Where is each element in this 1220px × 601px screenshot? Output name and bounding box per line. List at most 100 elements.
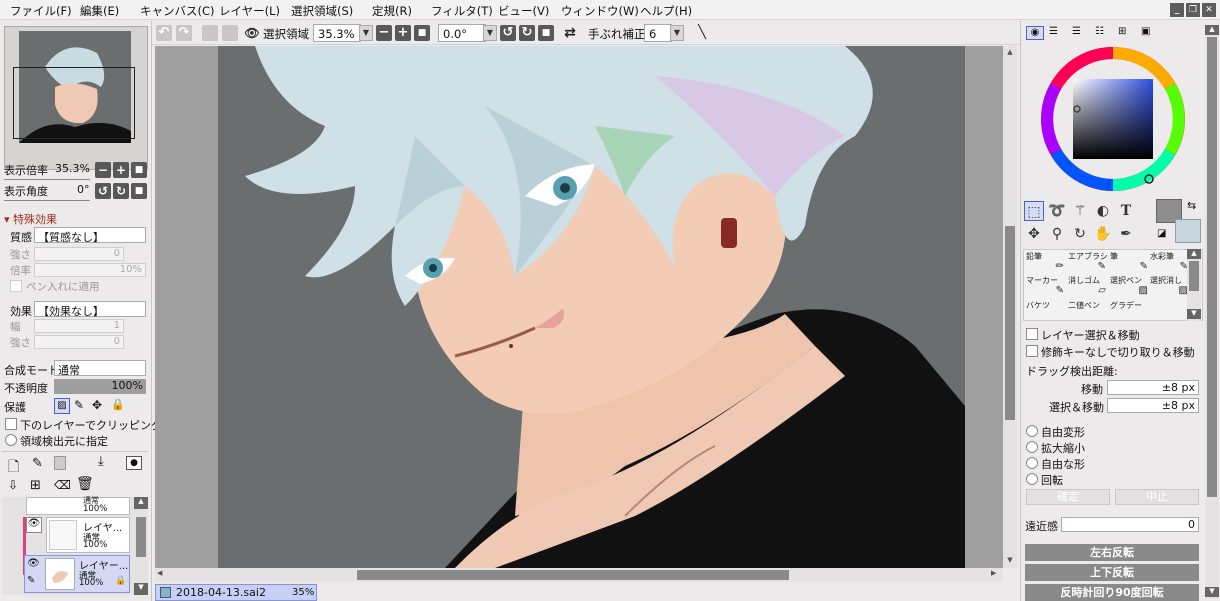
new-folder-icon[interactable] — [54, 456, 66, 470]
nav-rotate-left-button[interactable]: ↺ — [95, 183, 111, 199]
zoom-field[interactable]: 35.3% — [313, 24, 361, 42]
brush-scrollbar[interactable]: ▲ ▼ — [1187, 249, 1201, 321]
redo-icon[interactable]: ↷ — [176, 25, 192, 41]
protect-paint-icon[interactable]: ✎ — [74, 398, 84, 412]
scroll-down-icon[interactable]: ▼ — [1187, 309, 1201, 319]
move-icon[interactable]: ✥ — [1024, 224, 1044, 244]
zoom-dropdown-icon[interactable]: ▼ — [359, 25, 373, 41]
zoom-in-button[interactable]: + — [395, 25, 411, 41]
scroll-up-icon[interactable]: ▲ — [134, 497, 148, 509]
background-color-swatch[interactable] — [1175, 219, 1201, 243]
canvas-hscroll-thumb[interactable] — [357, 570, 789, 580]
flip-vertical-button[interactable]: 上下反転 — [1025, 564, 1199, 581]
swap-colors-icon[interactable]: ⇆ — [1187, 199, 1196, 212]
rect-select-icon[interactable]: ⬚ — [1024, 201, 1044, 221]
brush-scroll-thumb[interactable] — [1189, 261, 1199, 291]
brush-eraser[interactable]: 消しゴム ▱ — [1068, 275, 1108, 297]
scroll-down-icon[interactable]: ▼ — [134, 583, 148, 595]
eye-icon[interactable]: 👁 — [244, 25, 260, 41]
cut-move-checkbox[interactable] — [1026, 345, 1038, 357]
text-icon[interactable]: T — [1116, 201, 1136, 221]
rotate-reset-button[interactable]: ■ — [538, 25, 554, 41]
free-form-radio[interactable] — [1026, 457, 1038, 469]
zoom-icon[interactable]: ⚲ — [1047, 224, 1067, 244]
lasso-icon[interactable]: ➰ — [1047, 201, 1067, 221]
pen-icon[interactable]: ✎ — [27, 575, 41, 589]
nav-rotate-right-button[interactable]: ↻ — [113, 183, 129, 199]
navigator-thumbnail[interactable] — [4, 26, 148, 170]
free-transform-radio[interactable] — [1026, 425, 1038, 437]
select-all-icon[interactable] — [222, 25, 238, 41]
visibility-eye-icon[interactable]: 👁 — [26, 517, 42, 533]
right-panel-scrollbar[interactable]: ▲ ▼ — [1205, 25, 1219, 599]
rotate-ccw-button[interactable]: 反時計回り90度回転 — [1025, 584, 1199, 601]
layer-scroll-thumb[interactable] — [136, 517, 146, 557]
rotate-icon[interactable]: ↻ — [1070, 224, 1090, 244]
menu-help[interactable]: ヘルプ(H) — [640, 3, 692, 19]
deselect-icon[interactable] — [202, 25, 218, 41]
right-scroll-thumb[interactable] — [1207, 37, 1217, 497]
confirm-button[interactable]: 確定 — [1026, 489, 1110, 505]
scroll-down-icon[interactable]: ▼ — [1205, 587, 1219, 597]
flip-icon[interactable]: ⇄ — [562, 25, 578, 41]
perspective-field[interactable]: 0 — [1061, 517, 1199, 532]
effects-section-title[interactable]: ▾ 特殊効果 — [4, 211, 57, 227]
line-tool-icon[interactable]: ╲ — [694, 25, 710, 41]
scroll-up-icon[interactable]: ▲ — [1187, 249, 1201, 259]
brush-binary-pen[interactable]: 二値ペン — [1068, 300, 1108, 318]
zoom-reset-button[interactable]: ■ — [414, 25, 430, 41]
canvas-vscroll-thumb[interactable] — [1005, 226, 1015, 420]
visibility-eye-icon[interactable]: 👁 — [27, 558, 41, 572]
menu-edit[interactable]: 編集(E) — [80, 3, 119, 19]
zoom-out-button[interactable]: − — [376, 25, 392, 41]
hand-icon[interactable]: ✋ — [1093, 224, 1113, 244]
move-distance-slider[interactable]: ±8 px — [1107, 380, 1199, 395]
angle-slider[interactable] — [4, 200, 90, 201]
brush-pencil[interactable]: 鉛筆 ✏ — [1026, 251, 1066, 273]
menu-layer[interactable]: レイヤー(L) — [219, 3, 280, 19]
default-colors-icon[interactable]: ◪ — [1157, 228, 1166, 239]
rotate-left-button[interactable]: ↺ — [500, 25, 516, 41]
duplicate-layer-icon[interactable]: ⊞ — [30, 478, 41, 493]
rotate-radio[interactable] — [1026, 473, 1038, 485]
menu-canvas[interactable]: キャンバス(C) — [140, 3, 215, 19]
document-tab[interactable]: 2018-04-13.sai2 35% — [155, 584, 317, 601]
lock-icon[interactable]: 🔒 — [111, 398, 125, 411]
scroll-up-icon[interactable]: ▲ — [1205, 25, 1219, 35]
close-icon[interactable]: ✕ — [1202, 3, 1216, 17]
rotation-field[interactable]: 0.0° — [438, 24, 486, 42]
color-wheel[interactable] — [1039, 45, 1187, 193]
nav-zoom-in-button[interactable]: + — [113, 162, 129, 178]
zoom-slider[interactable] — [4, 179, 90, 180]
layer-item-selected[interactable]: 👁 ✎ レイヤー... 通常 100% 🔒 — [24, 555, 130, 593]
scroll-right-icon[interactable]: ▶ — [991, 569, 1001, 581]
brush-airbrush[interactable]: エアブラシ ✎ — [1068, 251, 1108, 273]
brush-select-eraser[interactable]: 選択消し ▨ — [1150, 275, 1190, 297]
layer-item[interactable]: 通常 100% — [26, 496, 130, 515]
cancel-button[interactable]: 中止 — [1115, 489, 1199, 505]
protect-transparency-icon[interactable]: ▨ — [54, 398, 70, 414]
layer-scrollbar[interactable]: ▲ ▼ — [134, 497, 148, 595]
rgb-slider-tab-icon[interactable]: ☰ — [1049, 26, 1058, 37]
nav-zoom-reset-button[interactable]: ■ — [131, 162, 147, 178]
new-layer-icon[interactable]: 🗋 — [8, 456, 19, 480]
nav-zoom-out-button[interactable]: − — [95, 162, 111, 178]
artwork-canvas[interactable] — [155, 46, 1003, 568]
magic-wand-icon[interactable]: ⚚ — [1070, 201, 1090, 221]
layer-item[interactable]: レイヤ... 通常 100% — [46, 517, 130, 553]
scroll-up-icon[interactable]: ▲ — [1004, 48, 1016, 58]
minimize-icon[interactable]: _ — [1170, 3, 1184, 17]
brush-watercolor[interactable]: 水彩筆 ✎ — [1150, 251, 1190, 273]
menu-selection[interactable]: 選択領域(S) — [291, 3, 353, 19]
scroll-left-icon[interactable]: ◀ — [157, 569, 167, 581]
effect-select[interactable]: 【効果なし】 — [34, 301, 146, 318]
rotate-right-button[interactable]: ↻ — [519, 25, 535, 41]
eyedropper-icon[interactable]: ✒ — [1116, 224, 1136, 244]
brush-gradient[interactable]: グラデー — [1110, 300, 1150, 318]
mix-slider-tab-icon[interactable]: ☷ — [1095, 26, 1104, 37]
brush-select-pen[interactable]: 選択ペン ▨ — [1110, 275, 1150, 297]
region-radio[interactable] — [5, 434, 17, 446]
menu-filter[interactable]: フィルタ(T) — [431, 3, 493, 19]
shape-icon[interactable]: ◐ — [1093, 201, 1113, 221]
nav-rotate-reset-button[interactable]: ■ — [131, 183, 147, 199]
